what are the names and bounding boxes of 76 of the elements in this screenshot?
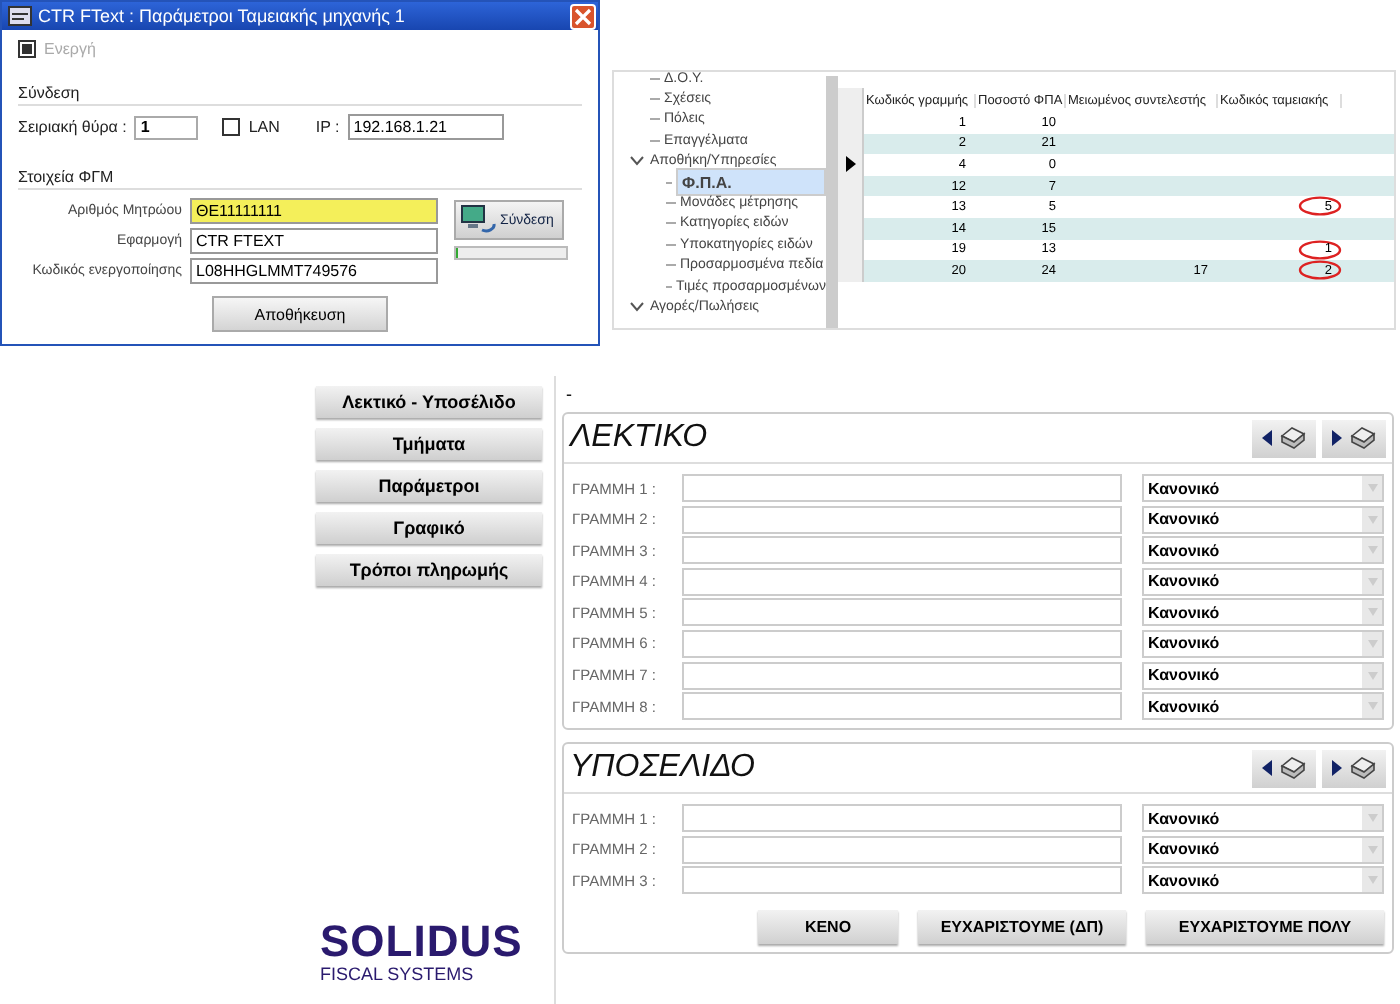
ip-field[interactable]: 192.168.1.21 bbox=[347, 114, 504, 140]
section-heading: Στοιχεία ΦΓΜ bbox=[18, 168, 582, 190]
style-dropdown[interactable]: Κανονικό bbox=[1142, 505, 1384, 534]
dropdown-arrow-icon bbox=[1367, 639, 1377, 648]
style-dropdown[interactable]: Κανονικό bbox=[1142, 835, 1384, 864]
print-text-button[interactable]: ΚΕΝΟ bbox=[758, 909, 898, 944]
menu-button[interactable]: Τρόποι πληρωμής bbox=[316, 554, 542, 586]
style-dropdown[interactable]: Κανονικό bbox=[1142, 692, 1384, 721]
print-text-button[interactable]: ΕΥΧΑΡΙΣΤΟΥΜΕ (ΔΠ) bbox=[918, 909, 1126, 944]
current-row-icon bbox=[845, 156, 855, 173]
dropdown-arrow-icon bbox=[1367, 845, 1377, 854]
menu-button[interactable]: Παράμετροι bbox=[316, 470, 542, 502]
caret-icon[interactable] bbox=[630, 301, 644, 312]
section-title: ΛΕΚΤΙΚΟ bbox=[570, 420, 708, 456]
line-input-field[interactable] bbox=[682, 567, 1122, 596]
line-input-field[interactable] bbox=[682, 536, 1122, 565]
previous-printer-button[interactable] bbox=[1252, 749, 1316, 788]
dropdown-arrow-icon bbox=[1367, 546, 1377, 555]
line-input-field[interactable] bbox=[682, 661, 1122, 690]
line-input-field[interactable] bbox=[682, 598, 1122, 627]
dropdown-arrow-icon bbox=[1367, 577, 1377, 586]
logo-name: SOLIDUS bbox=[320, 920, 525, 964]
computer-icon bbox=[460, 204, 496, 236]
line-input-field[interactable] bbox=[682, 866, 1122, 895]
close-button[interactable] bbox=[570, 3, 596, 29]
line-input-field[interactable] bbox=[682, 505, 1122, 534]
dropdown-arrow-icon bbox=[1367, 515, 1377, 524]
dropdown-arrow-icon bbox=[1367, 608, 1377, 617]
left-printer-icon bbox=[1260, 424, 1308, 452]
dropdown-arrow-icon bbox=[1367, 876, 1377, 885]
text-field[interactable]: L08HHGLMMT749576 bbox=[190, 258, 438, 284]
close-icon bbox=[574, 7, 592, 25]
line-input-field[interactable] bbox=[682, 629, 1122, 658]
style-dropdown[interactable]: Κανονικό bbox=[1142, 661, 1384, 690]
text-field[interactable]: ΘΕ11111111 bbox=[190, 198, 438, 224]
print-text-button[interactable]: ΕΥΧΑΡΙΣΤΟΥΜΕ ΠΟΛΥ bbox=[1146, 909, 1384, 944]
style-dropdown[interactable]: Κανονικό bbox=[1142, 536, 1384, 565]
port-spinner[interactable]: 1 bbox=[134, 115, 199, 139]
next-printer-button[interactable] bbox=[1322, 749, 1386, 788]
window-title: CTR FText : Παράμετροι Ταμειακής μηχανής 1 bbox=[38, 6, 407, 26]
style-dropdown[interactable]: Κανονικό bbox=[1142, 804, 1384, 833]
caret-icon[interactable] bbox=[630, 156, 644, 167]
style-dropdown[interactable]: Κανονικό bbox=[1142, 567, 1384, 596]
line-input-field[interactable] bbox=[682, 835, 1122, 864]
port-label: Σειριακή θύρα : bbox=[18, 118, 127, 136]
row-header bbox=[838, 88, 864, 112]
line-input-field[interactable] bbox=[682, 692, 1122, 721]
lan-checkbox[interactable] bbox=[222, 118, 241, 136]
section-title: ΥΠΟΣΕΛΙΔΟ bbox=[570, 750, 755, 787]
right-printer-icon bbox=[1330, 754, 1378, 783]
window-icon bbox=[8, 6, 32, 26]
style-dropdown[interactable]: Κανονικό bbox=[1142, 629, 1384, 658]
logo-tagline: FISCAL SYSTEMS bbox=[320, 964, 476, 984]
dropdown-arrow-icon bbox=[1367, 702, 1377, 711]
status-text: - bbox=[564, 384, 574, 408]
line-input-field[interactable] bbox=[682, 474, 1122, 502]
previous-printer-button[interactable] bbox=[1252, 419, 1316, 457]
text-field[interactable]: CTR FTEXT bbox=[190, 228, 438, 254]
tree-item[interactable]: Φ.Π.Α. bbox=[676, 168, 826, 197]
dropdown-arrow-icon bbox=[1367, 671, 1377, 680]
dropdown-arrow-icon bbox=[1367, 814, 1377, 823]
style-dropdown[interactable]: Κανονικό bbox=[1142, 866, 1384, 895]
ip-label: IP : bbox=[315, 118, 340, 136]
active-label: Ενεργή bbox=[44, 39, 96, 57]
save-button[interactable]: Αποθήκευση bbox=[212, 296, 388, 332]
left-printer-icon bbox=[1260, 754, 1308, 783]
menu-button[interactable]: Τμήματα bbox=[316, 428, 542, 460]
style-dropdown[interactable]: Κανονικό bbox=[1142, 474, 1384, 502]
right-printer-icon bbox=[1330, 424, 1378, 452]
menu-button[interactable]: Λεκτικό - Υποσέλιδο bbox=[316, 386, 542, 418]
next-printer-button[interactable] bbox=[1322, 419, 1386, 457]
style-dropdown[interactable]: Κανονικό bbox=[1142, 598, 1384, 627]
section-heading: Σύνδεση bbox=[18, 84, 582, 106]
line-input-field[interactable] bbox=[682, 804, 1122, 833]
menu-button[interactable]: Γραφικό bbox=[316, 512, 542, 544]
lan-label: LAN bbox=[248, 118, 280, 136]
